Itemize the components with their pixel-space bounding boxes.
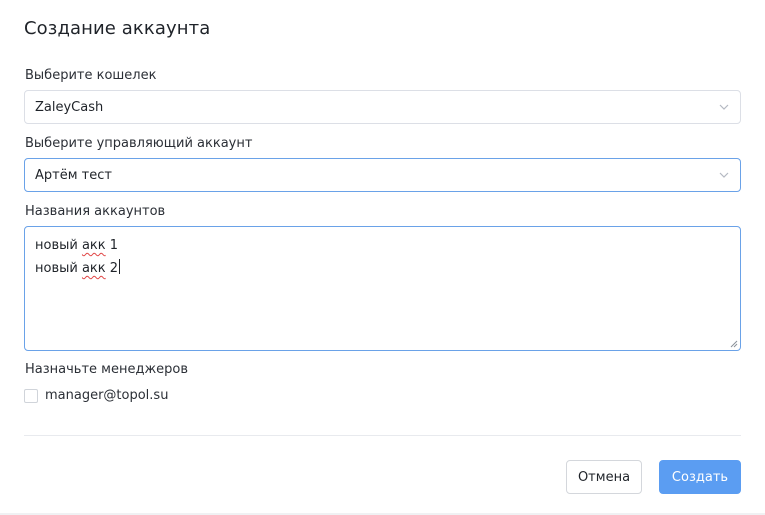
create-account-dialog: Создание аккаунта Выберите кошелек Zaley… <box>0 0 765 515</box>
account-names-label: Названия аккаунтов <box>25 204 166 219</box>
chevron-down-icon <box>719 172 729 178</box>
textarea-line-2-suffix: 2 <box>105 261 119 276</box>
managing-account-label: Выберите управляющий аккаунт <box>25 136 253 151</box>
text-caret <box>119 259 121 274</box>
spellcheck-word: акк <box>81 261 106 276</box>
managing-account-select-value: Артём тест <box>35 167 112 183</box>
spellcheck-word: акк <box>81 238 106 253</box>
cancel-button[interactable]: Отмена <box>566 460 642 494</box>
manager-option-label: manager@topol.su <box>45 388 169 403</box>
chevron-down-icon <box>719 104 729 110</box>
resize-handle-icon[interactable] <box>730 340 738 348</box>
wallet-select[interactable]: ZaleyCash <box>24 90 741 124</box>
wallet-select-value: ZaleyCash <box>35 99 104 115</box>
dialog-title: Создание аккаунта <box>24 18 211 39</box>
textarea-line-1-suffix: 1 <box>105 238 119 253</box>
wallet-label: Выберите кошелек <box>25 68 157 83</box>
textarea-line-2: новый акк 2 <box>35 257 730 280</box>
managers-label: Назначьте менеджеров <box>25 362 189 377</box>
textarea-line-2-prefix: новый <box>35 261 82 276</box>
managing-account-select[interactable]: Артём тест <box>24 158 741 192</box>
account-names-textarea[interactable]: новый акк 1 новый акк 2 <box>24 226 741 351</box>
textarea-line-1-prefix: новый <box>35 238 82 253</box>
textarea-line-1: новый акк 1 <box>35 234 730 257</box>
manager-option[interactable]: manager@topol.su <box>24 388 168 403</box>
create-button[interactable]: Создать <box>659 460 741 494</box>
manager-checkbox[interactable] <box>24 388 38 403</box>
footer-divider <box>24 435 741 436</box>
